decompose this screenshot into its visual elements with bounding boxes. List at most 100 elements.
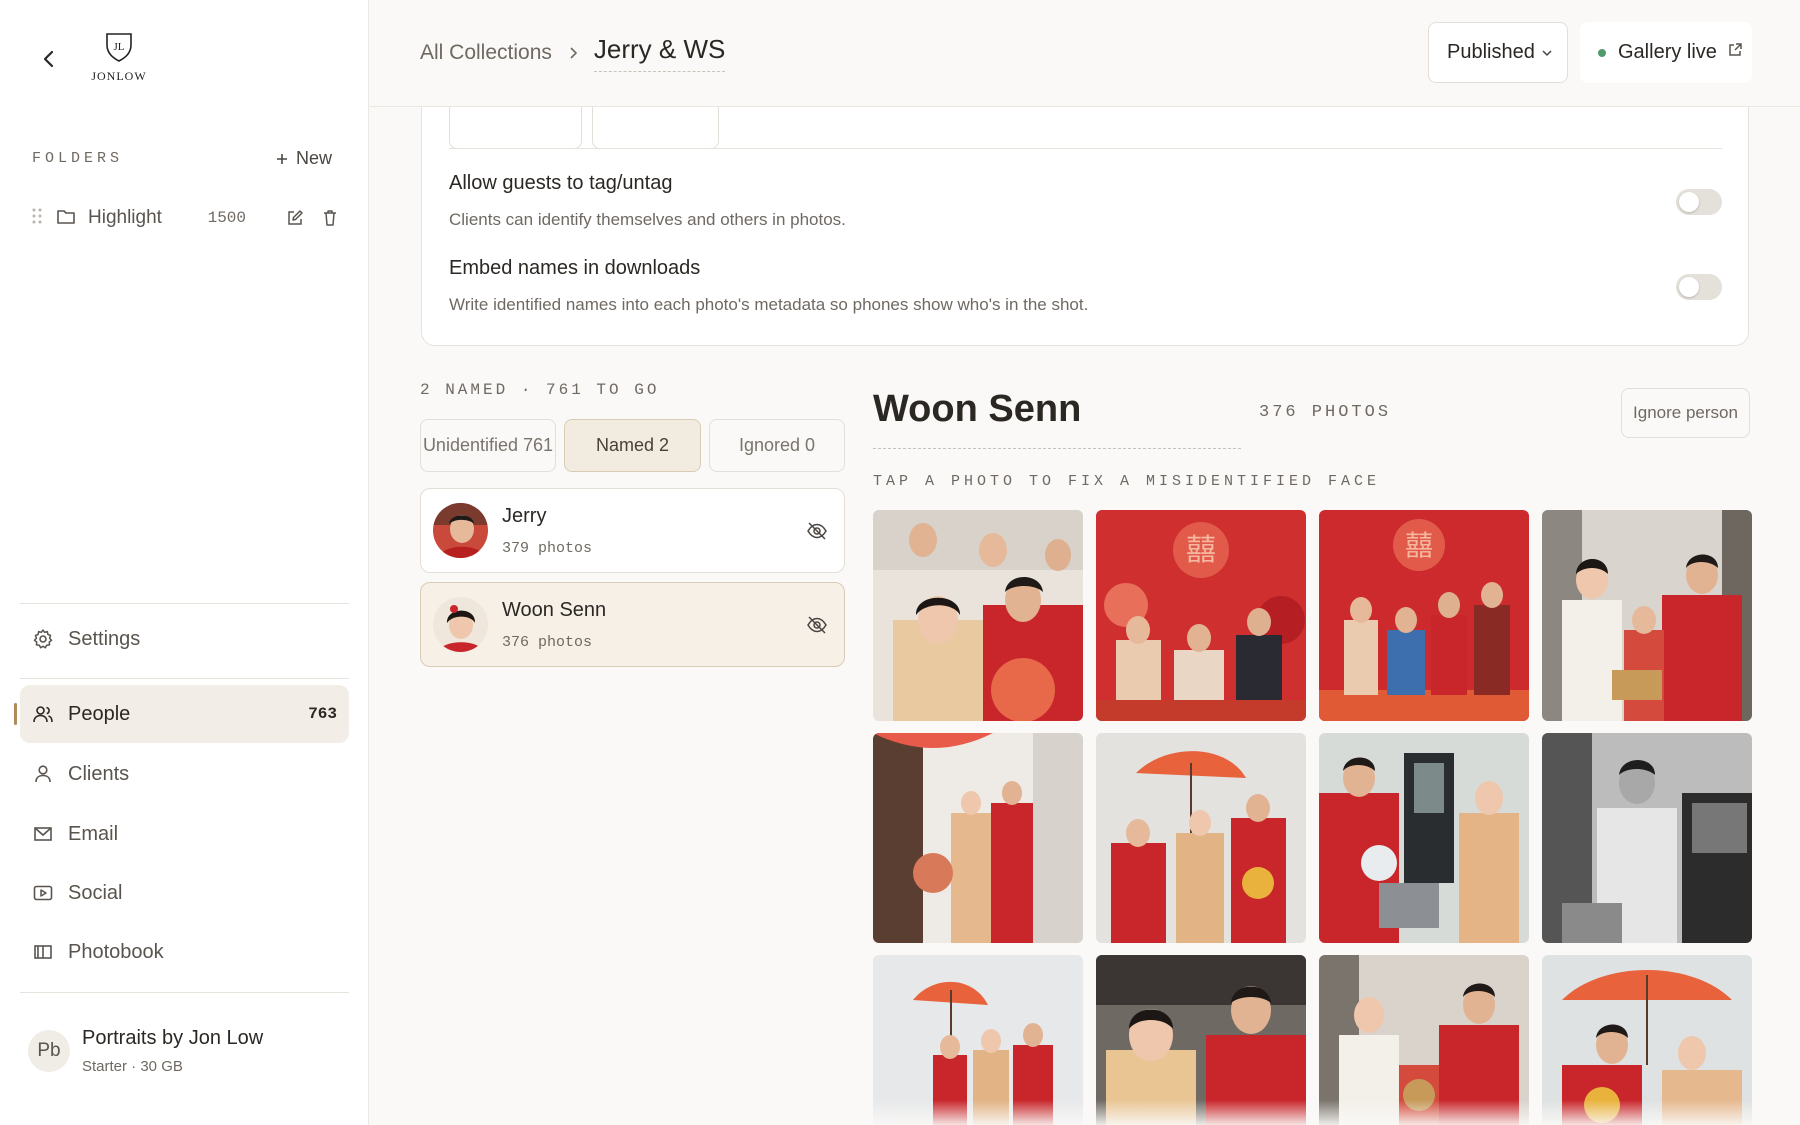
- person-photo-count: 379 photos: [502, 539, 593, 557]
- photo-thumbnail[interactable]: [1542, 955, 1752, 1125]
- photo-thumbnail[interactable]: [1542, 733, 1752, 943]
- folder-item-highlight[interactable]: Highlight 1500: [32, 200, 338, 236]
- top-bar: All Collections Jerry & WS Published Gal…: [370, 0, 1800, 107]
- sidebar: JL JONLOW FOLDERS New Highlight 1500 Set…: [0, 0, 369, 1125]
- gear-icon: [32, 628, 54, 650]
- eye-off-icon[interactable]: [806, 615, 828, 635]
- breadcrumb: All Collections Jerry & WS: [420, 34, 726, 72]
- sidebar-divider: [20, 603, 349, 604]
- chevron-left-icon: [43, 50, 54, 68]
- toggle-knob: [1679, 192, 1699, 212]
- photo-thumbnail[interactable]: [873, 733, 1083, 943]
- svg-text:JL: JL: [114, 41, 125, 53]
- logo-wordmark: JONLOW: [91, 69, 147, 83]
- delete-folder-icon[interactable]: [322, 209, 338, 227]
- photo-thumbnail[interactable]: 囍: [1096, 510, 1306, 721]
- gallery-live-label: Gallery live: [1618, 41, 1717, 63]
- folder-icon: [56, 207, 76, 230]
- person-photo-count: 376 photos: [502, 633, 593, 651]
- person-name: Jerry: [502, 504, 547, 527]
- plus-icon: [276, 153, 287, 164]
- embed-names-desc: Write identified names into each photo's…: [449, 295, 1089, 314]
- user-icon: [32, 763, 54, 785]
- person-name: Woon Senn: [502, 598, 607, 621]
- edit-folder-icon[interactable]: [286, 209, 304, 227]
- guest-tagging-desc: Clients can identify themselves and othe…: [449, 210, 846, 229]
- publish-status-value: Published: [1447, 41, 1535, 63]
- tab-ignored[interactable]: Ignored 0: [709, 419, 845, 472]
- drag-handle-icon[interactable]: [32, 207, 46, 230]
- gallery-live-button[interactable]: Gallery live: [1580, 22, 1752, 83]
- nav-people[interactable]: People 763: [20, 685, 349, 743]
- account-name: Portraits by Jon Low: [82, 1027, 264, 1049]
- tab-named[interactable]: Named 2: [564, 419, 701, 472]
- nav-label: People: [68, 702, 131, 725]
- photo-thumbnail[interactable]: 囍: [1319, 510, 1529, 721]
- nav-photobook[interactable]: Photobook: [20, 923, 349, 981]
- sidebar-divider: [20, 678, 349, 679]
- photo-thumbnail[interactable]: [1319, 733, 1529, 943]
- chevron-right-icon: [568, 46, 578, 60]
- photo-thumbnail[interactable]: [1319, 955, 1529, 1125]
- back-button[interactable]: [36, 46, 62, 72]
- svg-text:囍: 囍: [1405, 530, 1433, 561]
- nav-label: Email: [68, 822, 119, 845]
- person-avatar: [433, 597, 488, 652]
- tab-unidentified[interactable]: Unidentified 761: [420, 419, 556, 472]
- nav-settings[interactable]: Settings: [20, 610, 349, 668]
- people-icon: [32, 703, 54, 725]
- nav-label: Clients: [68, 762, 130, 785]
- people-count-badge: 763: [308, 705, 337, 723]
- folder-name: Highlight: [88, 207, 162, 228]
- folders-title: FOLDERS: [32, 150, 124, 167]
- person-avatar: [433, 503, 488, 558]
- ignore-person-button[interactable]: Ignore person: [1621, 388, 1750, 438]
- video-play-icon: [32, 882, 54, 904]
- card-divider: [449, 148, 1722, 149]
- photo-thumbnail[interactable]: [1096, 733, 1306, 943]
- nav-label: Photobook: [68, 940, 164, 963]
- option-chip[interactable]: [449, 101, 582, 149]
- photo-thumbnail[interactable]: [873, 955, 1083, 1125]
- photo-thumbnail[interactable]: [1542, 510, 1752, 721]
- toggle-knob: [1679, 277, 1699, 297]
- publish-status-select[interactable]: Published: [1428, 22, 1568, 83]
- photo-fix-hint: TAP A PHOTO TO FIX A MISIDENTIFIED FACE: [873, 473, 1381, 490]
- guest-tagging-toggle[interactable]: [1676, 189, 1722, 215]
- photo-thumbnail[interactable]: [873, 510, 1083, 721]
- folders-header: FOLDERS New: [32, 148, 332, 169]
- live-status-dot: [1598, 48, 1606, 57]
- person-card-woon-senn[interactable]: Woon Senn 376 photos: [420, 582, 845, 667]
- svg-text:囍: 囍: [1186, 534, 1216, 567]
- brand-logo: JL JONLOW: [84, 30, 154, 86]
- chevron-down-icon: [1541, 49, 1553, 57]
- avatar: Pb: [28, 1030, 70, 1072]
- name-underline: [873, 448, 1241, 449]
- person-detail-count: 376 PHOTOS: [1259, 403, 1392, 422]
- sidebar-divider: [20, 992, 349, 993]
- external-link-icon: [1727, 42, 1743, 63]
- person-card-jerry[interactable]: Jerry 379 photos: [420, 488, 845, 573]
- book-open-icon: [32, 941, 54, 963]
- embed-names-title: Embed names in downloads: [449, 257, 701, 279]
- nav-clients[interactable]: Clients: [20, 745, 349, 803]
- option-chip[interactable]: [592, 101, 719, 149]
- shield-logo-icon: JL: [106, 33, 132, 62]
- embed-names-toggle[interactable]: [1676, 274, 1722, 300]
- nav-social[interactable]: Social: [20, 864, 349, 922]
- photo-thumbnail[interactable]: [1096, 955, 1306, 1125]
- people-progress: 2 NAMED · 761 TO GO: [420, 381, 660, 399]
- new-folder-button[interactable]: New: [276, 148, 332, 169]
- eye-off-icon[interactable]: [806, 521, 828, 541]
- nav-label: Settings: [68, 627, 141, 650]
- breadcrumb-all-collections[interactable]: All Collections: [420, 41, 552, 65]
- collection-title[interactable]: Jerry & WS: [593, 34, 726, 72]
- account-switcher[interactable]: Pb Portraits by Jon Low Starter · 30 GB: [28, 1016, 348, 1086]
- guest-tagging-title: Allow guests to tag/untag: [449, 172, 673, 194]
- nav-email[interactable]: Email: [20, 805, 349, 863]
- new-folder-label: New: [295, 148, 332, 168]
- person-detail-name[interactable]: Woon Senn: [873, 388, 1081, 431]
- active-indicator: [14, 703, 17, 725]
- account-plan: Starter · 30 GB: [82, 1058, 183, 1075]
- folder-count: 1500: [207, 209, 246, 227]
